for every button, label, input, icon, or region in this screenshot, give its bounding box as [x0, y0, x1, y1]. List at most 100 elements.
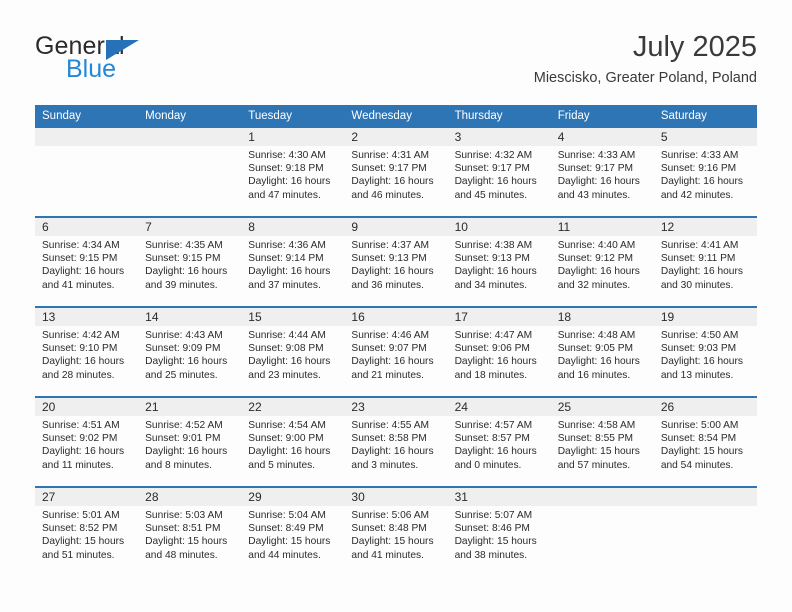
- daylight-text: Daylight: 16 hours and 39 minutes.: [145, 266, 228, 291]
- calendar-day-cell[interactable]: 14 Sunrise: 4:43 AM Sunset: 9:09 PM Dayligh…: [138, 306, 242, 397]
- daylight-text: Daylight: 15 hours and 51 minutes.: [42, 536, 125, 561]
- calendar-day-cell[interactable]: 18 Sunrise: 4:48 AM Sunset: 9:05 PM Dayligh…: [550, 306, 654, 397]
- generalblue-logo[interactable]: General Blue: [35, 32, 255, 88]
- sunrise-text: Sunrise: 5:03 AM: [145, 510, 223, 521]
- day-details: Sunrise: 4:50 AM Sunset: 9:03 PM Daylight:…: [654, 326, 757, 382]
- daylight-text: Daylight: 16 hours and 37 minutes.: [248, 266, 331, 291]
- day-cell-inner: 12 Sunrise: 4:41 AM Sunset: 9:11 PM Dayligh…: [653, 218, 757, 306]
- calendar-day-cell[interactable]: 10 Sunrise: 4:38 AM Sunset: 9:13 PM Dayligh…: [447, 216, 551, 307]
- day-number: 11: [550, 218, 654, 236]
- day-number: 28: [138, 488, 242, 506]
- calendar-day-cell[interactable]: 13 Sunrise: 4:42 AM Sunset: 9:10 PM Dayligh…: [35, 306, 139, 397]
- calendar-day-cell[interactable]: 11 Sunrise: 4:40 AM Sunset: 9:12 PM Dayligh…: [550, 216, 654, 307]
- page-title: July 2025: [632, 31, 757, 63]
- calendar-day-cell[interactable]: 20 Sunrise: 4:51 AM Sunset: 9:02 PM Dayligh…: [35, 396, 139, 487]
- day-number: 21: [138, 398, 242, 416]
- calendar-day-cell[interactable]: 9 Sunrise: 4:37 AM Sunset: 9:13 PM Daylight…: [344, 216, 448, 307]
- calendar-day-cell[interactable]: 21 Sunrise: 4:52 AM Sunset: 9:01 PM Dayligh…: [138, 396, 242, 487]
- calendar-week-row: 1 Sunrise: 4:30 AM Sunset: 9:18 PM Daylight…: [35, 128, 757, 217]
- sunset-text: Sunset: 9:17 PM: [351, 163, 427, 175]
- day-details: Sunrise: 4:42 AM Sunset: 9:10 PM Daylight:…: [35, 326, 138, 382]
- calendar-day-cell[interactable]: 7 Sunrise: 4:35 AM Sunset: 9:15 PM Daylight…: [138, 216, 242, 307]
- day-number: 3: [447, 128, 551, 146]
- day-number: [138, 128, 242, 146]
- calendar-day-cell[interactable]: 4 Sunrise: 4:33 AM Sunset: 9:17 PM Daylight…: [550, 128, 654, 217]
- calendar-day-cell[interactable]: 29 Sunrise: 5:04 AM Sunset: 8:49 PM Dayligh…: [241, 486, 345, 576]
- day-number: [653, 488, 757, 506]
- sunset-text: Sunset: 9:01 PM: [145, 433, 221, 445]
- calendar-header-row: Sunday Monday Tuesday Wednesday Thursday…: [35, 105, 757, 128]
- sunrise-text: Sunrise: 5:06 AM: [351, 510, 430, 521]
- day-cell-inner: [653, 488, 757, 576]
- calendar-day-cell[interactable]: 22 Sunrise: 4:54 AM Sunset: 9:00 PM Dayligh…: [241, 396, 345, 487]
- sunset-text: Sunset: 8:46 PM: [454, 523, 530, 535]
- weekday-header-sunday: Sunday: [35, 105, 139, 128]
- day-number: 22: [241, 398, 345, 416]
- calendar-day-cell[interactable]: 24 Sunrise: 4:57 AM Sunset: 8:57 PM Dayligh…: [447, 396, 551, 487]
- daylight-text: Daylight: 16 hours and 43 minutes.: [557, 176, 640, 201]
- daylight-text: Daylight: 16 hours and 42 minutes.: [660, 176, 743, 201]
- daylight-text: Daylight: 15 hours and 38 minutes.: [454, 536, 537, 561]
- sunset-text: Sunset: 9:13 PM: [454, 253, 530, 265]
- day-number: 30: [344, 488, 448, 506]
- sunset-text: Sunset: 8:55 PM: [557, 433, 634, 445]
- calendar-day-cell[interactable]: 19 Sunrise: 4:50 AM Sunset: 9:03 PM Dayligh…: [653, 306, 757, 397]
- sunset-text: Sunset: 9:03 PM: [660, 343, 737, 355]
- page-header: General Blue July 2025 Miescisko, Greate…: [35, 30, 757, 92]
- day-details: Sunrise: 4:31 AM Sunset: 9:17 PM Daylight:…: [344, 146, 447, 202]
- calendar-day-cell-empty: [138, 128, 242, 217]
- sunset-text: Sunset: 9:16 PM: [660, 163, 737, 175]
- calendar-day-cell[interactable]: 12 Sunrise: 4:41 AM Sunset: 9:11 PM Dayligh…: [653, 216, 757, 307]
- day-cell-inner: 13 Sunrise: 4:42 AM Sunset: 9:10 PM Dayligh…: [35, 308, 139, 396]
- calendar-day-cell[interactable]: 8 Sunrise: 4:36 AM Sunset: 9:14 PM Daylight…: [241, 216, 345, 307]
- daylight-text: Daylight: 15 hours and 41 minutes.: [351, 536, 434, 561]
- calendar-day-cell[interactable]: 15 Sunrise: 4:44 AM Sunset: 9:08 PM Dayligh…: [241, 306, 345, 397]
- calendar-day-cell[interactable]: 25 Sunrise: 4:58 AM Sunset: 8:55 PM Dayligh…: [550, 396, 654, 487]
- day-cell-inner: 23 Sunrise: 4:55 AM Sunset: 8:58 PM Dayligh…: [344, 398, 448, 486]
- sunrise-text: Sunrise: 4:33 AM: [660, 150, 739, 161]
- day-details: Sunrise: 4:34 AM Sunset: 9:15 PM Daylight:…: [35, 236, 138, 292]
- day-details: Sunrise: 5:01 AM Sunset: 8:52 PM Daylight:…: [35, 506, 138, 562]
- weekday-header-tuesday: Tuesday: [241, 105, 345, 128]
- sunrise-text: Sunrise: 4:38 AM: [454, 240, 533, 251]
- day-details: Sunrise: 4:32 AM Sunset: 9:17 PM Daylight:…: [448, 146, 551, 202]
- daylight-text: Daylight: 15 hours and 44 minutes.: [248, 536, 331, 561]
- daylight-text: Daylight: 16 hours and 25 minutes.: [145, 356, 228, 381]
- sunrise-text: Sunrise: 5:04 AM: [248, 510, 326, 521]
- day-cell-inner: 7 Sunrise: 4:35 AM Sunset: 9:15 PM Daylight…: [138, 218, 242, 306]
- calendar-day-cell[interactable]: 23 Sunrise: 4:55 AM Sunset: 8:58 PM Dayligh…: [344, 396, 448, 487]
- calendar-day-cell[interactable]: 1 Sunrise: 4:30 AM Sunset: 9:18 PM Daylight…: [241, 128, 345, 217]
- sunrise-text: Sunrise: 5:07 AM: [454, 510, 533, 521]
- calendar-day-cell[interactable]: 30 Sunrise: 5:06 AM Sunset: 8:48 PM Dayligh…: [344, 486, 448, 576]
- day-number: 26: [653, 398, 757, 416]
- daylight-text: Daylight: 16 hours and 45 minutes.: [454, 176, 537, 201]
- calendar-day-cell[interactable]: 3 Sunrise: 4:32 AM Sunset: 9:17 PM Daylight…: [447, 128, 551, 217]
- sunrise-text: Sunrise: 4:42 AM: [42, 330, 120, 341]
- day-cell-inner: 5 Sunrise: 4:33 AM Sunset: 9:16 PM Daylight…: [653, 128, 757, 216]
- location-subtitle: Miescisko, Greater Poland, Poland: [533, 70, 757, 86]
- calendar-day-cell[interactable]: 27 Sunrise: 5:01 AM Sunset: 8:52 PM Dayligh…: [35, 486, 139, 576]
- daylight-text: Daylight: 16 hours and 36 minutes.: [351, 266, 434, 291]
- day-details: Sunrise: 4:35 AM Sunset: 9:15 PM Daylight:…: [138, 236, 241, 292]
- daylight-text: Daylight: 16 hours and 21 minutes.: [351, 356, 434, 381]
- sunset-text: Sunset: 9:14 PM: [248, 253, 324, 265]
- daylight-text: Daylight: 16 hours and 47 minutes.: [248, 176, 331, 201]
- sunset-text: Sunset: 9:13 PM: [351, 253, 427, 265]
- calendar-day-cell[interactable]: 26 Sunrise: 5:00 AM Sunset: 8:54 PM Dayligh…: [653, 396, 757, 487]
- day-number: 2: [344, 128, 448, 146]
- calendar-day-cell[interactable]: 28 Sunrise: 5:03 AM Sunset: 8:51 PM Dayligh…: [138, 486, 242, 576]
- calendar-day-cell[interactable]: 31 Sunrise: 5:07 AM Sunset: 8:46 PM Dayligh…: [447, 486, 551, 576]
- calendar-day-cell[interactable]: 5 Sunrise: 4:33 AM Sunset: 9:16 PM Daylight…: [653, 128, 757, 217]
- daylight-text: Daylight: 16 hours and 3 minutes.: [351, 446, 434, 471]
- daylight-text: Daylight: 16 hours and 13 minutes.: [660, 356, 743, 381]
- day-cell-inner: [138, 128, 242, 216]
- calendar-day-cell[interactable]: 6 Sunrise: 4:34 AM Sunset: 9:15 PM Daylight…: [35, 216, 139, 307]
- calendar-day-cell[interactable]: 16 Sunrise: 4:46 AM Sunset: 9:07 PM Dayligh…: [344, 306, 448, 397]
- day-cell-inner: 9 Sunrise: 4:37 AM Sunset: 9:13 PM Daylight…: [344, 218, 448, 306]
- day-details: Sunrise: 4:37 AM Sunset: 9:13 PM Daylight:…: [344, 236, 447, 292]
- daylight-text: Daylight: 16 hours and 41 minutes.: [42, 266, 125, 291]
- calendar-day-cell[interactable]: 17 Sunrise: 4:47 AM Sunset: 9:06 PM Dayligh…: [447, 306, 551, 397]
- sunset-text: Sunset: 9:10 PM: [42, 343, 118, 355]
- sunset-text: Sunset: 9:17 PM: [557, 163, 634, 175]
- calendar-day-cell[interactable]: 2 Sunrise: 4:31 AM Sunset: 9:17 PM Daylight…: [344, 128, 448, 217]
